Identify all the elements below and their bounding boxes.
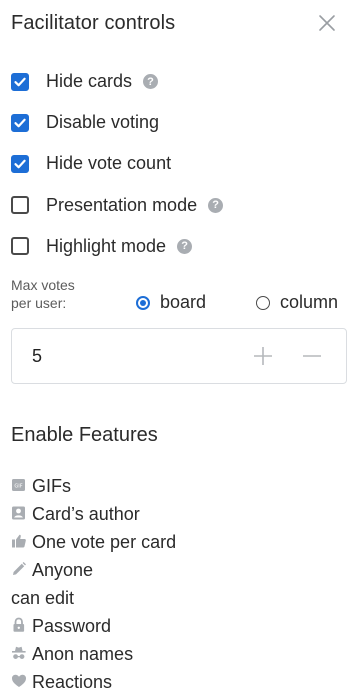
svg-text:GIF: GIF	[14, 484, 22, 490]
feature-gifs[interactable]: GIF GIFs	[11, 472, 311, 500]
help-icon[interactable]: ?	[177, 238, 193, 254]
feature-anon-names-label: Anon names	[32, 644, 134, 664]
hide-vote-count-checkbox[interactable]	[11, 154, 29, 173]
plus-icon[interactable]	[251, 344, 275, 368]
presentation-mode-label: Presentation mode	[46, 194, 198, 215]
max-votes-label-line1: Max votes	[11, 277, 75, 293]
panel-title: Facilitator controls	[11, 12, 176, 34]
control-presentation-mode[interactable]: Presentation mode ?	[11, 185, 341, 226]
help-icon[interactable]: ?	[143, 74, 159, 90]
control-list: Hide cards ? Disable voting Hide vote co…	[11, 61, 341, 267]
disable-voting-checkbox[interactable]	[11, 113, 29, 132]
radio-board-label: board	[160, 292, 207, 312]
feature-password[interactable]: Password	[11, 612, 311, 640]
radio-column[interactable]: column	[256, 292, 338, 313]
feature-anyone-can-edit-label-line2: can edit	[11, 588, 75, 608]
feature-reactions-label: Reactions	[32, 672, 113, 692]
disable-voting-label: Disable voting	[46, 112, 160, 133]
feature-anon-names[interactable]: Anon names	[11, 640, 311, 668]
highlight-mode-checkbox[interactable]	[11, 237, 29, 256]
radio-column-dot[interactable]	[256, 295, 270, 310]
heart-icon	[11, 673, 27, 689]
thumbs-up-icon	[11, 533, 27, 549]
max-votes-label-line2: per user:	[11, 295, 67, 311]
control-hide-vote-count[interactable]: Hide vote count	[11, 143, 341, 184]
pencil-icon	[11, 561, 27, 577]
hide-cards-label: Hide cards	[46, 71, 133, 92]
feature-one-vote-per-card-label: One vote per card	[32, 532, 177, 552]
radio-column-label: column	[280, 292, 339, 312]
max-votes-value[interactable]: 5	[32, 329, 42, 383]
radio-board[interactable]: board	[136, 292, 206, 313]
features-title: Enable Features	[11, 424, 158, 446]
feature-one-vote-per-card[interactable]: One vote per card	[11, 528, 311, 556]
presentation-mode-checkbox[interactable]	[11, 196, 29, 215]
max-votes-stepper: 5	[11, 328, 347, 384]
feature-password-label: Password	[32, 616, 112, 636]
close-icon[interactable]	[316, 12, 338, 34]
help-icon[interactable]: ?	[208, 197, 224, 213]
features-list: GIF GIFs Card’s author One vote per card…	[11, 472, 311, 696]
max-votes-row: Max votes per user: board column	[11, 276, 350, 316]
feature-cards-author[interactable]: Card’s author	[11, 500, 311, 528]
feature-gifs-label: GIFs	[32, 476, 71, 496]
control-highlight-mode[interactable]: Highlight mode ?	[11, 226, 341, 267]
control-hide-cards[interactable]: Hide cards ?	[11, 61, 341, 102]
feature-anyone-can-edit-label-line1: Anyone	[32, 560, 94, 580]
hide-cards-checkbox[interactable]	[11, 72, 29, 91]
incognito-icon	[11, 645, 27, 661]
gif-icon: GIF	[11, 477, 27, 493]
facilitator-controls-panel: Facilitator controls Hide cards ? Disabl…	[0, 0, 350, 692]
panel-header: Facilitator controls	[11, 8, 340, 38]
control-disable-voting[interactable]: Disable voting	[11, 102, 341, 143]
person-icon	[11, 505, 27, 521]
radio-board-selected-dot[interactable]	[136, 295, 150, 310]
feature-cards-author-label: Card’s author	[32, 504, 140, 524]
minus-icon[interactable]	[300, 344, 324, 368]
max-votes-label: Max votes per user:	[11, 276, 75, 312]
feature-anyone-can-edit[interactable]: Anyone can edit	[11, 556, 311, 612]
hide-vote-count-label: Hide vote count	[46, 153, 172, 174]
highlight-mode-label: Highlight mode	[46, 235, 167, 256]
lock-icon	[11, 617, 27, 633]
